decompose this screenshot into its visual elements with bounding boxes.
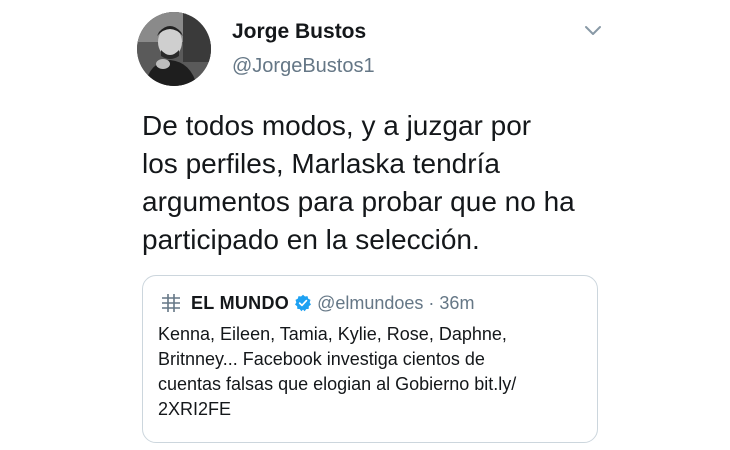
tweet-text-line: argumentos para probar que no ha — [142, 186, 575, 217]
tweet-text-line: De todos modos, y a juzgar por — [142, 110, 532, 141]
quoted-tweet-time[interactable]: 36m — [439, 293, 474, 314]
avatar[interactable] — [137, 12, 211, 86]
author-handle[interactable]: @JorgeBustos1 — [232, 55, 375, 78]
avatar-photo — [137, 12, 211, 86]
tweet-text: De todos modos, y a juzgar por los perfi… — [142, 107, 612, 259]
quoted-tweet-line: cuentas falsas que elogian al Gobierno b… — [158, 374, 517, 394]
quoted-author-handle[interactable]: @elmundoes — [317, 293, 423, 314]
verified-badge-icon — [295, 294, 312, 312]
tweet: Jorge Bustos @JorgeBustos1 De todos modo… — [0, 0, 730, 450]
author-name[interactable]: Jorge Bustos — [232, 20, 366, 44]
el-mundo-logo-icon — [162, 294, 180, 312]
chevron-down-icon[interactable] — [584, 24, 602, 38]
separator-dot: · — [428, 292, 435, 313]
quoted-tweet-header: EL MUNDO @elmundoes · 36m — [160, 290, 474, 316]
quoted-tweet-line: Britnney... Facebook investiga cientos d… — [158, 349, 485, 369]
tweet-text-line: participado en la selección. — [142, 224, 480, 255]
quoted-tweet-line: 2XRI2FE — [158, 399, 232, 419]
tweet-text-line: los perfiles, Marlaska tendría — [142, 148, 500, 179]
quoted-tweet-card[interactable]: EL MUNDO @elmundoes · 36m Kenna, Eileen,… — [142, 275, 598, 443]
quoted-tweet-text: Kenna, Eileen, Tamia, Kylie, Rose, Daphn… — [158, 322, 588, 422]
quoted-tweet-line: Kenna, Eileen, Tamia, Kylie, Rose, Daphn… — [158, 324, 507, 344]
quoted-author-name[interactable]: EL MUNDO — [191, 293, 289, 314]
